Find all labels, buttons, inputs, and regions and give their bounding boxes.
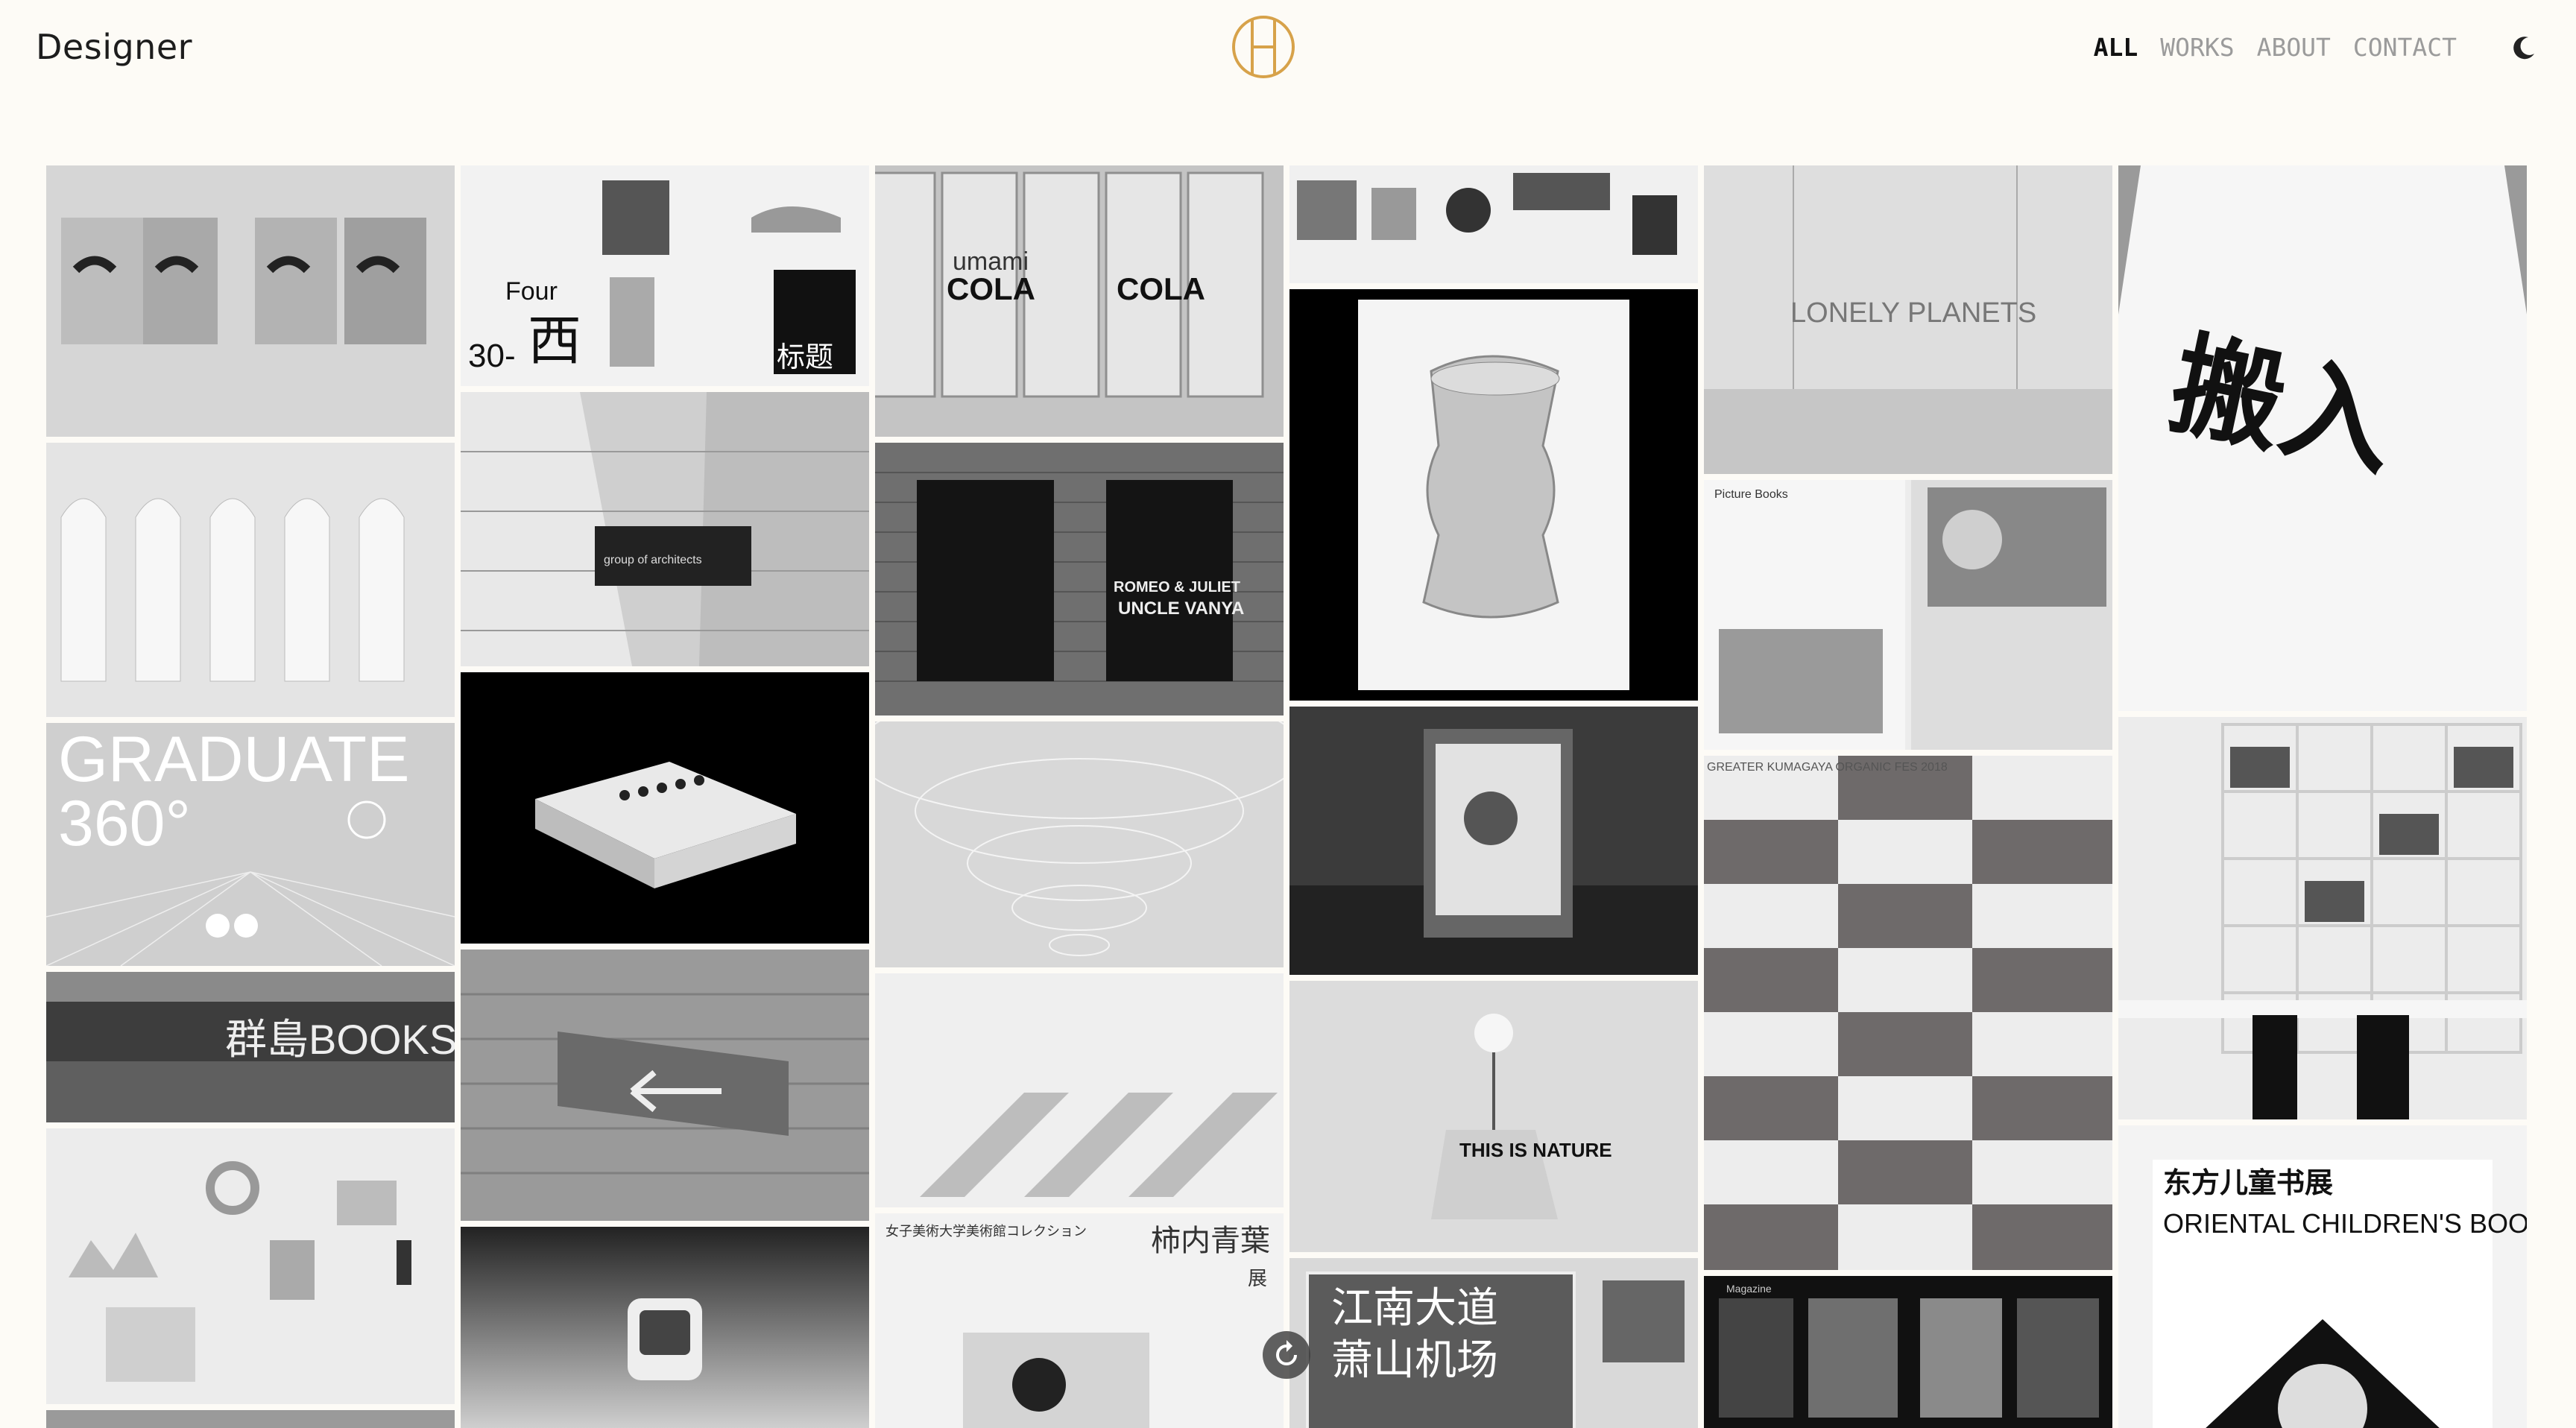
gallery-tile-stairs[interactable] — [875, 973, 1284, 1207]
gallery-tile-typography[interactable]: Four 西 30- 标题 — [461, 165, 869, 386]
gallery-tile-tshirt[interactable]: 搬入 — [2118, 165, 2527, 711]
typo-thirty: 30- — [468, 338, 516, 374]
gallery-tile-bookshelf[interactable] — [2118, 717, 2527, 1119]
graduate-title: GRADUATE — [58, 724, 409, 795]
circle-h-monogram-icon[interactable] — [1226, 13, 1301, 80]
gallery-tile-architecture[interactable]: group of architects — [461, 392, 869, 666]
gallery-tile-cola-cans[interactable]: umami COLA COLA — [875, 165, 1284, 437]
typo-four: Four — [505, 277, 558, 306]
typo-nishi: 西 — [528, 312, 581, 371]
gallery-tile-lonely-planets[interactable]: LONELY PLANETS — [1704, 165, 2112, 474]
book-fest-en: ORIENTAL CHILDREN'S BOOK FESTIVAL — [2163, 1208, 2527, 1239]
picture-books-label: Picture Books — [1714, 488, 1788, 501]
gallery-tile-arrow-sign[interactable] — [461, 950, 869, 1221]
gallery-tile-theatre-posters[interactable]: ROMEO & JULIET UNCLE VANYA — [875, 443, 1284, 715]
gallery-tile-exhibition[interactable]: 女子美術大学美術館コレクション 柿内青葉 展 — [875, 1213, 1284, 1428]
gallery-tile-stationery[interactable] — [1289, 165, 1698, 283]
nav-contact[interactable]: CONTACT — [2353, 33, 2457, 62]
gallery-tile-road-sign[interactable]: 江南大道 萧山机场 — [1289, 1258, 1698, 1428]
nav-about[interactable]: ABOUT — [2257, 33, 2331, 62]
nav-all[interactable]: ALL — [2094, 33, 2138, 62]
main-nav: ALL WORKS ABOUT CONTACT — [2094, 33, 2457, 62]
typo-topic: 标题 — [777, 342, 833, 373]
cola-word: COLA — [947, 271, 1035, 306]
gallery-tile-badge[interactable] — [461, 1227, 869, 1428]
gallery-tile-organic-fes[interactable]: GREATER KUMAGAYA ORGANIC FES 2018 — [1704, 756, 2112, 1270]
exhibition-museum: 女子美術大学美術館コレクション — [886, 1224, 1087, 1239]
site-header: Designer ALL WORKS ABOUT CONTACT — [0, 0, 2576, 97]
gallery-tile-wire-cone[interactable] — [875, 721, 1284, 967]
gallery-tile-col1-bottom[interactable] — [46, 1410, 455, 1428]
road-sign-1: 江南大道 — [1331, 1284, 1498, 1331]
moon-icon[interactable] — [2509, 33, 2539, 63]
refresh-icon[interactable] — [1263, 1331, 1310, 1379]
theatre-title-b: UNCLE VANYA — [1118, 598, 1244, 619]
project-gallery: GRADUATE 360° 群島BOOKS Four 西 30- 标题 grou… — [46, 165, 2530, 1428]
lonely-text: LONELY PLANETS — [1790, 297, 2036, 329]
arch-sign: group of architects — [604, 554, 702, 566]
gallery-tile-crushed-can[interactable] — [1289, 289, 1698, 701]
gallery-tile-bus-stop[interactable] — [1289, 707, 1698, 975]
gallery-tile-picture-books[interactable]: Picture Books — [1704, 480, 2112, 750]
gallery-tile-oriental-book-fest[interactable]: 东方儿童书展 ORIENTAL CHILDREN'S BOOK FESTIVAL — [2118, 1125, 2527, 1428]
gallery-tile-bookstore[interactable]: 群島BOOKS — [46, 972, 455, 1122]
book-fest-cn: 东方儿童书展 — [2163, 1167, 2333, 1199]
exhibition-sub: 展 — [1248, 1267, 1267, 1289]
site-brand[interactable]: Designer — [36, 27, 192, 67]
nature-text: THIS IS NATURE — [1459, 1139, 1612, 1161]
exhibition-title: 柿内青葉 — [1151, 1225, 1270, 1257]
road-sign-2: 萧山机场 — [1331, 1336, 1498, 1383]
theatre-title-a: ROMEO & JULIET — [1114, 579, 1240, 595]
svg-text:COLA: COLA — [1117, 271, 1205, 306]
nav-works[interactable]: WORKS — [2160, 33, 2234, 62]
gallery-tile-posters[interactable] — [46, 165, 455, 437]
gallery-tile-magazine[interactable]: Magazine — [1704, 1276, 2112, 1428]
gallery-tile-graduate[interactable]: GRADUATE 360° — [46, 723, 455, 966]
gallery-tile-nut-packages[interactable] — [46, 443, 455, 717]
gallery-tile-box[interactable] — [461, 672, 869, 944]
fes-label: GREATER KUMAGAYA ORGANIC FES 2018 — [1707, 761, 1948, 774]
gallery-tile-flower[interactable]: THIS IS NATURE — [1289, 981, 1698, 1252]
bookstore-sign: 群島BOOKS — [225, 1016, 455, 1063]
graduate-degrees: 360° — [58, 788, 191, 859]
gallery-tile-objects[interactable] — [46, 1128, 455, 1404]
magazine-label: Magazine — [1726, 1283, 1772, 1295]
